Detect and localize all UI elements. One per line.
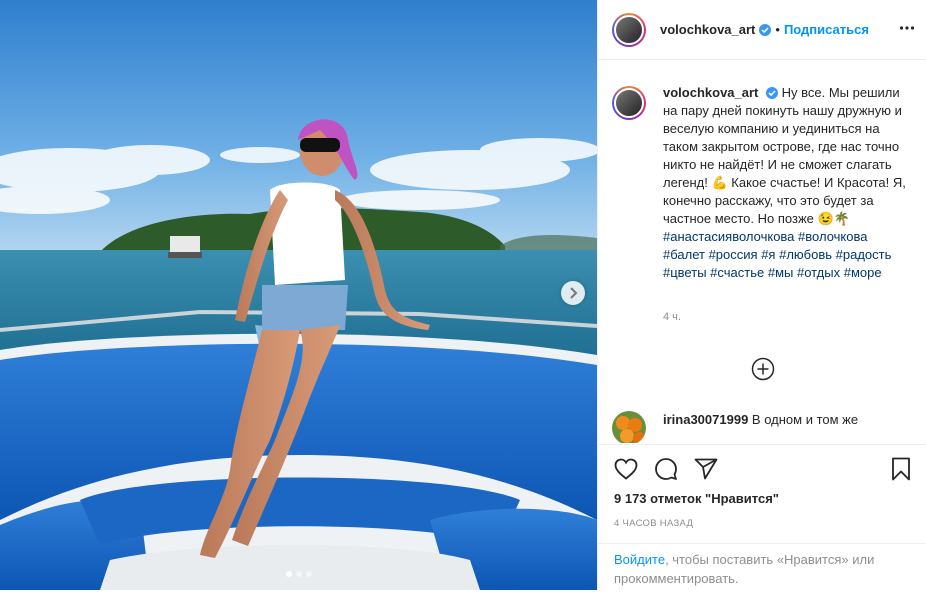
- comment-button[interactable]: [654, 457, 678, 481]
- hashtag[interactable]: #россия: [709, 247, 758, 262]
- commenter-avatar[interactable]: [612, 411, 646, 443]
- verified-badge-icon: [766, 87, 778, 99]
- caption: volochkova_art Ну все. Мы решили на пару…: [598, 60, 926, 326]
- caption-username[interactable]: volochkova_art: [663, 85, 758, 100]
- bookmark-icon: [892, 457, 910, 481]
- more-icon[interactable]: [899, 20, 915, 36]
- hashtag[interactable]: #цветы: [663, 265, 707, 280]
- hashtag[interactable]: #отдых: [797, 265, 840, 280]
- load-more-comments-icon[interactable]: [751, 357, 775, 381]
- comment-text: В одном и том же: [751, 412, 859, 427]
- like-button[interactable]: [614, 458, 638, 480]
- hashtags: #анастасияволочкова #волочкова #балет #р…: [663, 228, 913, 282]
- hashtag[interactable]: #анастасияволочкова: [663, 229, 794, 244]
- comment-icon: [655, 458, 677, 480]
- post-time: 4 ЧАСОВ НАЗАД: [614, 518, 694, 529]
- follow-button[interactable]: Подписаться: [784, 22, 869, 37]
- hashtag[interactable]: #море: [844, 265, 882, 280]
- login-prompt: Войдите, чтобы поставить «Нравится» или …: [598, 543, 926, 594]
- hashtag[interactable]: #радость: [836, 247, 892, 262]
- heart-icon: [614, 458, 638, 480]
- beach-photo: [0, 0, 597, 590]
- caption-text: Ну все. Мы решили на пару дней покинуть …: [663, 85, 906, 226]
- share-icon: [694, 458, 718, 480]
- avatar[interactable]: [612, 12, 646, 47]
- post-panel: volochkova_art • Подписаться volochkova_…: [597, 0, 926, 590]
- hashtag[interactable]: #мы: [768, 265, 794, 280]
- carousel-dot: [285, 571, 292, 577]
- action-bar: 9 173 отметок "Нравится" 4 ЧАСОВ НАЗАД: [598, 444, 926, 529]
- header-username[interactable]: volochkova_art: [660, 22, 755, 37]
- share-button[interactable]: [694, 458, 718, 480]
- carousel-dot: [305, 571, 312, 577]
- caption-time: 4 ч.: [663, 311, 681, 323]
- oranges-avatar-icon: [612, 411, 646, 443]
- comment-username[interactable]: irina30071999: [663, 412, 748, 427]
- hashtag[interactable]: #любовь: [779, 247, 832, 262]
- chevron-right-icon: [570, 287, 578, 299]
- post-header: volochkova_art • Подписаться: [598, 0, 926, 60]
- post-photo[interactable]: [0, 0, 597, 590]
- save-button[interactable]: [891, 457, 911, 481]
- comments-area[interactable]: volochkova_art Ну все. Мы решили на пару…: [598, 60, 926, 443]
- hashtag[interactable]: #балет: [663, 247, 705, 262]
- carousel-dot: [295, 571, 302, 577]
- avatar[interactable]: [612, 86, 646, 120]
- hashtag[interactable]: #счастье: [710, 265, 764, 280]
- next-slide-button[interactable]: [561, 281, 585, 305]
- login-link[interactable]: Войдите: [614, 552, 665, 567]
- comment-item: irina30071999 В одном и том же: [612, 411, 913, 443]
- likes-count[interactable]: 9 173 отметок "Нравится": [598, 491, 926, 506]
- carousel-dots: [0, 571, 597, 577]
- separator-dot: •: [775, 22, 780, 37]
- hashtag[interactable]: #волочкова: [798, 229, 867, 244]
- hashtag[interactable]: #я: [761, 247, 775, 262]
- verified-badge-icon: [759, 23, 772, 36]
